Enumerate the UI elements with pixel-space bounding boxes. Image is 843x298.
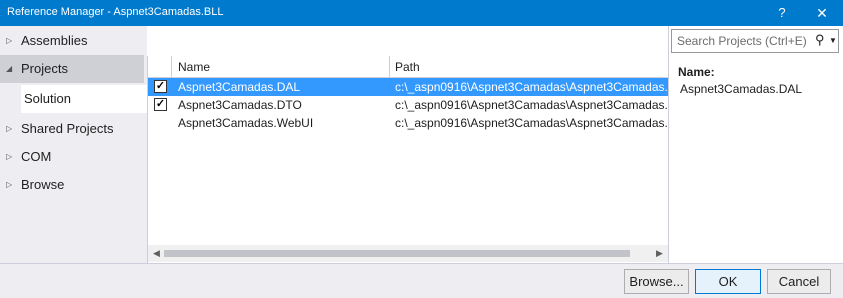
project-path-cell: c:\_aspn0916\Aspnet3Camadas\Aspnet3Camad… xyxy=(395,98,669,112)
reference-checkbox[interactable]: ✓ xyxy=(154,98,167,111)
project-name-cell: Aspnet3Camadas.DAL xyxy=(178,80,301,94)
column-resize-handle[interactable] xyxy=(389,56,390,78)
search-dropdown-icon[interactable]: ▼ xyxy=(829,36,837,45)
details-name-value: Aspnet3Camadas.DAL xyxy=(680,82,803,96)
search-placeholder: Search Projects (Ctrl+E) xyxy=(677,34,807,48)
expand-arrow-icon: ▷ xyxy=(6,152,13,161)
table-row[interactable]: ✓ Aspnet3Camadas.DAL c:\_aspn0916\Aspnet… xyxy=(148,78,669,96)
projects-grid: Name Path ✓ Aspnet3Camadas.DAL c:\_aspn0… xyxy=(147,56,669,263)
column-header-name[interactable]: Name xyxy=(178,56,390,78)
cancel-button[interactable]: Cancel xyxy=(767,269,831,294)
sidebar-item-label: COM xyxy=(21,149,52,164)
project-path-cell: c:\_aspn0916\Aspnet3Camadas\Aspnet3Camad… xyxy=(395,80,669,94)
sidebar-item-shared-projects[interactable]: ▷ Shared Projects xyxy=(0,115,147,143)
help-button[interactable]: ? xyxy=(770,3,794,23)
sidebar-item-projects[interactable]: ◢ Projects xyxy=(0,55,144,83)
sidebar-item-label: Browse xyxy=(21,177,65,192)
sidebar: ▷ Assemblies ◢ Projects Solution ▷ Share… xyxy=(0,26,147,263)
sidebar-item-label: Solution xyxy=(24,91,71,106)
browse-button[interactable]: Browse... xyxy=(624,269,689,294)
project-name-cell: Aspnet3Camadas.WebUI xyxy=(178,116,314,130)
sidebar-subitem-solution[interactable]: Solution xyxy=(21,85,147,113)
sidebar-item-assemblies[interactable]: ▷ Assemblies xyxy=(0,27,147,55)
expand-arrow-icon: ▷ xyxy=(6,180,13,189)
sidebar-item-label: Shared Projects xyxy=(21,121,114,136)
sidebar-item-label: Assemblies xyxy=(21,33,88,48)
close-button[interactable]: ✕ xyxy=(810,3,834,23)
expand-arrow-icon: ▷ xyxy=(6,124,13,133)
reference-checkbox[interactable]: ✓ xyxy=(154,80,167,93)
details-name-label: Name: xyxy=(678,65,715,79)
column-header-path[interactable]: Path xyxy=(395,56,669,78)
table-row[interactable]: ✓ Aspnet3Camadas.DTO c:\_aspn0916\Aspnet… xyxy=(148,96,669,114)
search-input[interactable]: Search Projects (Ctrl+E) ⚲ ▼ xyxy=(671,29,839,53)
scroll-right-icon[interactable]: ▶ xyxy=(656,248,663,259)
ok-button[interactable]: OK xyxy=(695,269,761,294)
title-bar: Reference Manager - Aspnet3Camadas.BLL ?… xyxy=(0,0,843,26)
details-pane: Search Projects (Ctrl+E) ⚲ ▼ Name: Aspne… xyxy=(668,26,843,263)
checkbox-column-header[interactable] xyxy=(148,56,172,78)
sidebar-item-label: Projects xyxy=(21,61,68,76)
search-icon[interactable]: ⚲ xyxy=(815,32,825,48)
dialog-footer: Browse... OK Cancel xyxy=(0,263,843,298)
scrollbar-thumb[interactable] xyxy=(164,250,630,257)
expand-arrow-icon: ▷ xyxy=(6,36,13,45)
scroll-left-icon[interactable]: ◀ xyxy=(153,248,160,259)
sidebar-item-com[interactable]: ▷ COM xyxy=(0,143,147,171)
project-path-cell: c:\_aspn0916\Aspnet3Camadas\Aspnet3Camad… xyxy=(395,116,669,130)
sidebar-item-browse[interactable]: ▷ Browse xyxy=(0,171,147,199)
window-title: Reference Manager - Aspnet3Camadas.BLL xyxy=(7,6,224,18)
grid-header: Name Path xyxy=(148,56,669,78)
project-name-cell: Aspnet3Camadas.DTO xyxy=(178,98,302,112)
collapse-arrow-icon: ◢ xyxy=(6,64,13,73)
horizontal-scrollbar[interactable]: ◀ ▶ xyxy=(148,245,669,262)
table-row[interactable]: Aspnet3Camadas.WebUI c:\_aspn0916\Aspnet… xyxy=(148,114,669,132)
